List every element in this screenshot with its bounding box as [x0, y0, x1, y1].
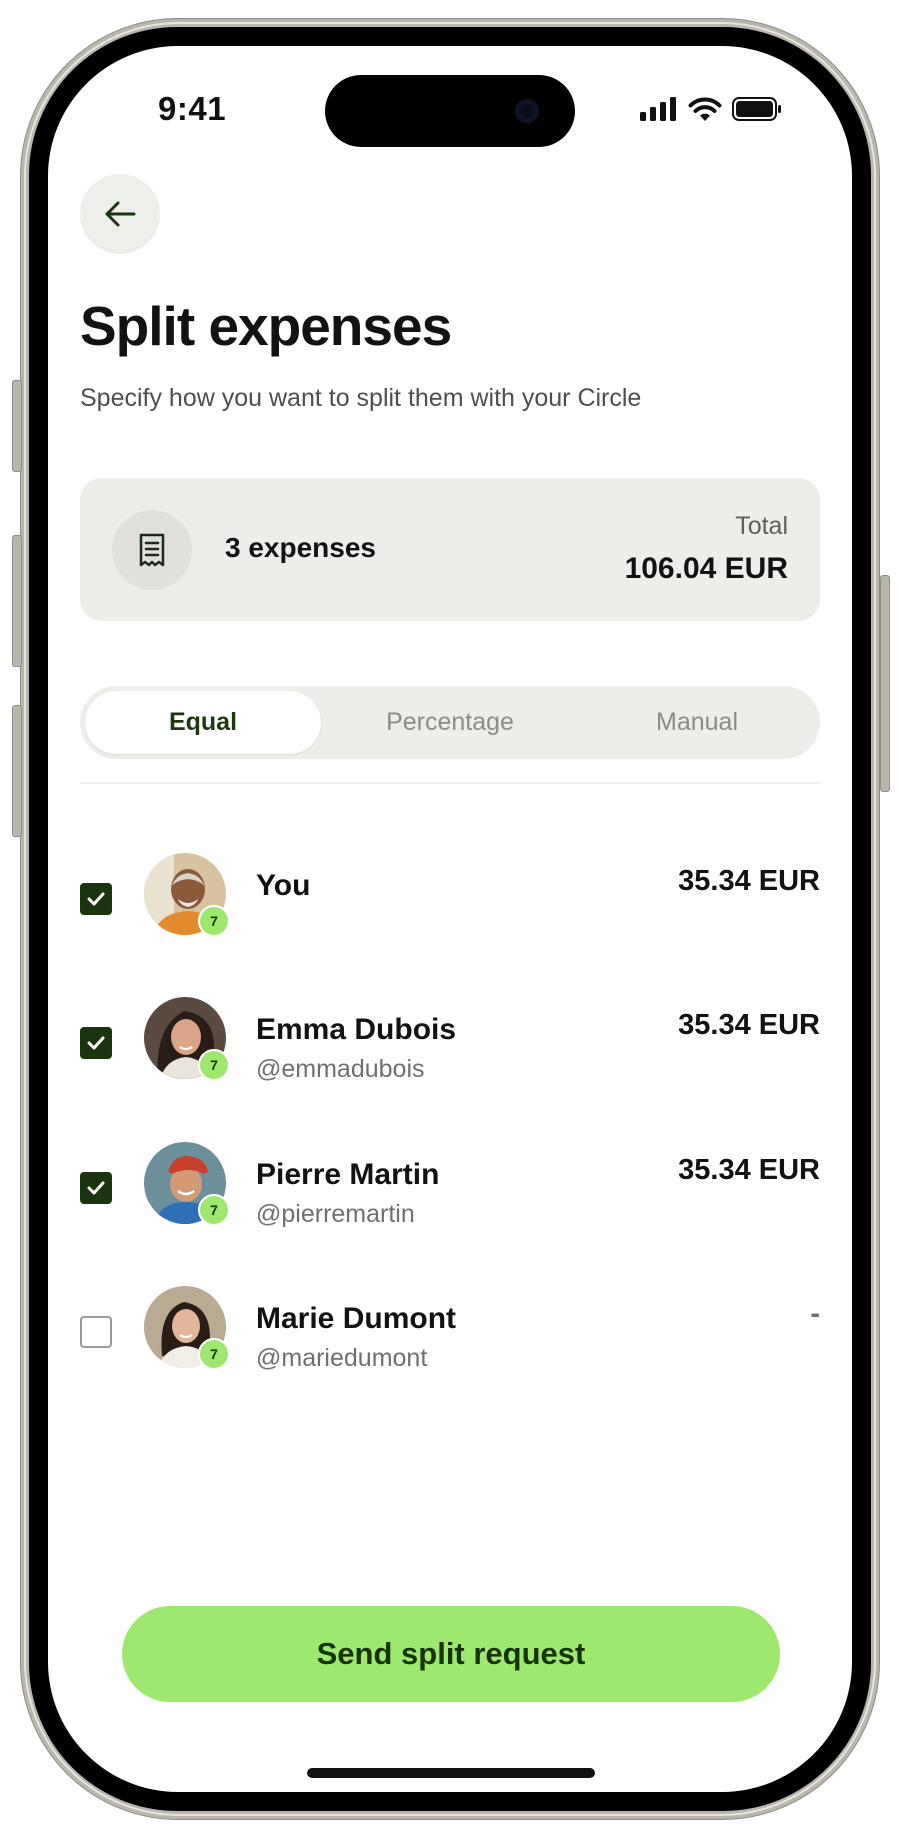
page-title: Split expenses — [80, 295, 452, 357]
back-button[interactable] — [80, 174, 160, 254]
receipt-icon-container — [112, 510, 192, 590]
participant-row[interactable]: 7 You 35.34 EUR — [80, 853, 820, 943]
participant-checkbox[interactable] — [80, 1172, 112, 1204]
status-time: 9:41 — [158, 90, 227, 127]
tab-manual[interactable]: Manual — [579, 691, 815, 754]
participant-handle: @mariedumont — [256, 1344, 428, 1372]
divider — [80, 782, 820, 784]
participant-handle: @emmadubois — [256, 1055, 425, 1083]
avatar: 7 — [144, 1142, 230, 1226]
participant-amount: 35.34 EUR — [678, 865, 820, 897]
participant-handle: @pierremartin — [256, 1200, 415, 1228]
wise-badge-icon: 7 — [198, 1338, 230, 1370]
avatar: 7 — [144, 853, 230, 937]
status-icons — [640, 96, 782, 122]
camera-icon — [515, 99, 539, 123]
participant-checkbox[interactable] — [80, 1027, 112, 1059]
action-button — [12, 380, 22, 472]
check-icon — [87, 1036, 105, 1050]
avatar: 7 — [144, 997, 230, 1081]
dynamic-island — [325, 75, 575, 147]
home-indicator — [307, 1768, 595, 1778]
check-icon — [87, 1181, 105, 1195]
wise-badge-icon: 7 — [198, 1049, 230, 1081]
participant-name: Marie Dumont — [256, 1302, 457, 1335]
battery-icon — [732, 97, 781, 121]
cellular-signal-icon — [640, 97, 676, 121]
participant-row[interactable]: 7 Pierre Martin @pierremartin 35.34 EUR — [80, 1142, 820, 1232]
screen: 9:41 Split expenses Specify how you want… — [48, 46, 852, 1792]
power-button — [880, 575, 890, 792]
arrow-left-icon — [105, 201, 136, 227]
participant-name: Pierre Martin — [256, 1158, 440, 1191]
participant-row[interactable]: 7 Emma Dubois @emmadubois 35.34 EUR — [80, 997, 820, 1087]
tab-percentage[interactable]: Percentage — [332, 691, 568, 754]
wise-badge-icon: 7 — [198, 905, 230, 937]
participant-row[interactable]: 7 Marie Dumont @mariedumont - — [80, 1286, 820, 1376]
total-label: Total — [735, 512, 788, 540]
page-subtitle: Specify how you want to split them with … — [80, 384, 642, 412]
wifi-icon — [688, 97, 722, 121]
volume-up-button — [12, 535, 22, 667]
participant-amount: - — [810, 1298, 820, 1330]
participant-checkbox[interactable] — [80, 1316, 112, 1348]
volume-down-button — [12, 705, 22, 837]
participant-checkbox[interactable] — [80, 883, 112, 915]
check-icon — [87, 892, 105, 906]
avatar: 7 — [144, 1286, 230, 1370]
expenses-count: 3 expenses — [225, 532, 376, 563]
participant-amount: 35.34 EUR — [678, 1009, 820, 1041]
tab-equal[interactable]: Equal — [85, 691, 321, 754]
wise-badge-icon: 7 — [198, 1194, 230, 1226]
expenses-summary-card[interactable]: 3 expenses Total 106.04 EUR — [80, 478, 820, 621]
participant-amount: 35.34 EUR — [678, 1154, 820, 1186]
receipt-icon — [139, 533, 165, 567]
total-value: 106.04 EUR — [624, 552, 788, 585]
participant-name: You — [256, 869, 311, 902]
split-mode-selector: Equal Percentage Manual — [80, 686, 820, 759]
participant-name: Emma Dubois — [256, 1013, 457, 1046]
send-split-request-button[interactable]: Send split request — [122, 1606, 780, 1702]
